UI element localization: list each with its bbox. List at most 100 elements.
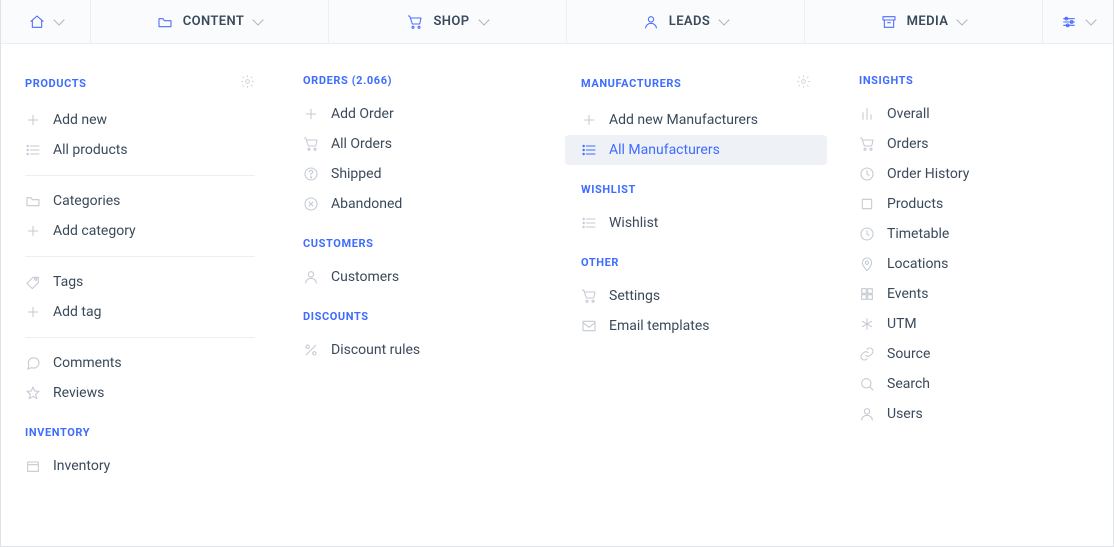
group-title: PRODUCTS bbox=[25, 77, 86, 90]
tag-icon bbox=[25, 274, 41, 290]
menu-group: INSIGHTS Overall Orders Order HistoryProduc… bbox=[843, 64, 1105, 429]
folder-icon bbox=[157, 14, 173, 30]
insight-timetable[interactable]: Timetable bbox=[843, 219, 1105, 249]
pin-icon bbox=[859, 256, 875, 272]
content-tab[interactable]: CONTENT bbox=[91, 0, 329, 43]
inventory[interactable]: Inventory bbox=[9, 451, 271, 481]
menu-group: WISHLISTWishlist bbox=[565, 173, 827, 238]
item-label: UTM bbox=[887, 316, 917, 332]
clock-icon bbox=[859, 166, 875, 182]
asterisk-icon bbox=[859, 316, 875, 332]
sliders-icon bbox=[1061, 14, 1077, 30]
cart-icon bbox=[407, 14, 423, 30]
filter-tab[interactable] bbox=[1043, 0, 1113, 43]
menu-group: PRODUCTS Add new All products Categories Add… bbox=[9, 64, 271, 408]
item-label: Add tag bbox=[53, 304, 101, 320]
group-header: OTHER bbox=[565, 246, 827, 281]
insight-orders[interactable]: Orders bbox=[843, 129, 1105, 159]
all-products[interactable]: All products bbox=[9, 135, 271, 165]
insight-users[interactable]: Users bbox=[843, 399, 1105, 429]
add-tag[interactable]: Add tag bbox=[9, 297, 271, 327]
search-icon bbox=[859, 376, 875, 392]
insight-history[interactable]: Order History bbox=[843, 159, 1105, 189]
abandoned[interactable]: Abandoned bbox=[287, 189, 549, 219]
add-category[interactable]: Add category bbox=[9, 216, 271, 246]
square-icon bbox=[859, 196, 875, 212]
reviews[interactable]: Reviews bbox=[9, 378, 271, 408]
insight-search[interactable]: Search bbox=[843, 369, 1105, 399]
group-title: MANUFACTURERS bbox=[581, 77, 681, 90]
chevron-down-icon bbox=[53, 14, 64, 25]
item-label: Add new Manufacturers bbox=[609, 112, 758, 128]
group-title: INSIGHTS bbox=[859, 74, 913, 87]
item-label: Customers bbox=[331, 269, 399, 285]
home-tab[interactable] bbox=[1, 0, 91, 43]
all-manufacturers[interactable]: All Manufacturers bbox=[565, 135, 827, 165]
media-tab[interactable]: MEDIA bbox=[805, 0, 1043, 43]
email-templates[interactable]: Email templates bbox=[565, 311, 827, 341]
group-header: DISCOUNTS bbox=[287, 300, 549, 335]
shipped[interactable]: Shipped bbox=[287, 159, 549, 189]
menu-group: MANUFACTURERS Add new Manufacturers All Ma… bbox=[565, 64, 827, 165]
group-header: ORDERS (2.066) bbox=[287, 64, 549, 99]
insight-products[interactable]: Products bbox=[843, 189, 1105, 219]
top-nav: CONTENT SHOPLEADS MEDIA bbox=[1, 0, 1113, 44]
group-title: ORDERS (2.066) bbox=[303, 74, 392, 87]
item-label: Search bbox=[887, 376, 930, 392]
plus-icon bbox=[581, 112, 597, 128]
insight-locations[interactable]: Locations bbox=[843, 249, 1105, 279]
add-new-product[interactable]: Add new bbox=[9, 105, 271, 135]
archive-icon bbox=[881, 14, 897, 30]
insight-source[interactable]: Source bbox=[843, 339, 1105, 369]
item-label: Comments bbox=[53, 355, 122, 371]
add-order[interactable]: Add Order bbox=[287, 99, 549, 129]
cart-icon bbox=[303, 136, 319, 152]
insight-overall[interactable]: Overall bbox=[843, 99, 1105, 129]
gear-icon[interactable] bbox=[240, 74, 255, 93]
item-label: Add new bbox=[53, 112, 107, 128]
menu-group: OTHERSettingsEmail templates bbox=[565, 246, 827, 341]
comments[interactable]: Comments bbox=[9, 348, 271, 378]
chevron-down-icon bbox=[478, 14, 489, 25]
item-label: Orders bbox=[887, 136, 929, 152]
group-title: DISCOUNTS bbox=[303, 310, 369, 323]
item-label: Reviews bbox=[53, 385, 104, 401]
star-icon bbox=[25, 385, 41, 401]
group-header: PRODUCTS bbox=[9, 64, 271, 105]
menu-column: ORDERS (2.066) Add OrderAll OrdersShipped… bbox=[279, 64, 557, 546]
customers[interactable]: Customers bbox=[287, 262, 549, 292]
bars-icon bbox=[859, 106, 875, 122]
group-header: MANUFACTURERS bbox=[565, 64, 827, 105]
categories[interactable]: Categories bbox=[9, 186, 271, 216]
insight-events[interactable]: Events bbox=[843, 279, 1105, 309]
all-orders[interactable]: All Orders bbox=[287, 129, 549, 159]
item-label: Locations bbox=[887, 256, 948, 272]
discount-rules[interactable]: Discount rules bbox=[287, 335, 549, 365]
tab-label: CONTENT bbox=[183, 14, 245, 29]
item-label: Inventory bbox=[53, 458, 110, 474]
insight-utm[interactable]: UTM bbox=[843, 309, 1105, 339]
leads-tab[interactable]: LEADS bbox=[567, 0, 805, 43]
gear-icon[interactable] bbox=[796, 74, 811, 93]
tags[interactable]: Tags bbox=[9, 267, 271, 297]
cart-icon bbox=[581, 288, 597, 304]
wishlist[interactable]: Wishlist bbox=[565, 208, 827, 238]
xcircle-icon bbox=[303, 196, 319, 212]
shop-tab[interactable]: SHOP bbox=[329, 0, 567, 43]
item-label: All products bbox=[53, 142, 128, 158]
group-title: CUSTOMERS bbox=[303, 237, 374, 250]
item-label: Discount rules bbox=[331, 342, 420, 358]
tab-label: MEDIA bbox=[907, 14, 949, 29]
item-label: Wishlist bbox=[609, 215, 658, 231]
home-icon bbox=[29, 14, 45, 30]
plus-icon bbox=[25, 223, 41, 239]
settings[interactable]: Settings bbox=[565, 281, 827, 311]
menu-body: PRODUCTS Add new All products Categories Add… bbox=[1, 44, 1113, 546]
percent-icon bbox=[303, 342, 319, 358]
chevron-down-icon bbox=[719, 14, 730, 25]
add-manufacturer[interactable]: Add new Manufacturers bbox=[565, 105, 827, 135]
folder-icon bbox=[25, 193, 41, 209]
group-header: INVENTORY bbox=[9, 416, 271, 451]
menu-group: CUSTOMERS Customers bbox=[287, 227, 549, 292]
item-label: Categories bbox=[53, 193, 120, 209]
